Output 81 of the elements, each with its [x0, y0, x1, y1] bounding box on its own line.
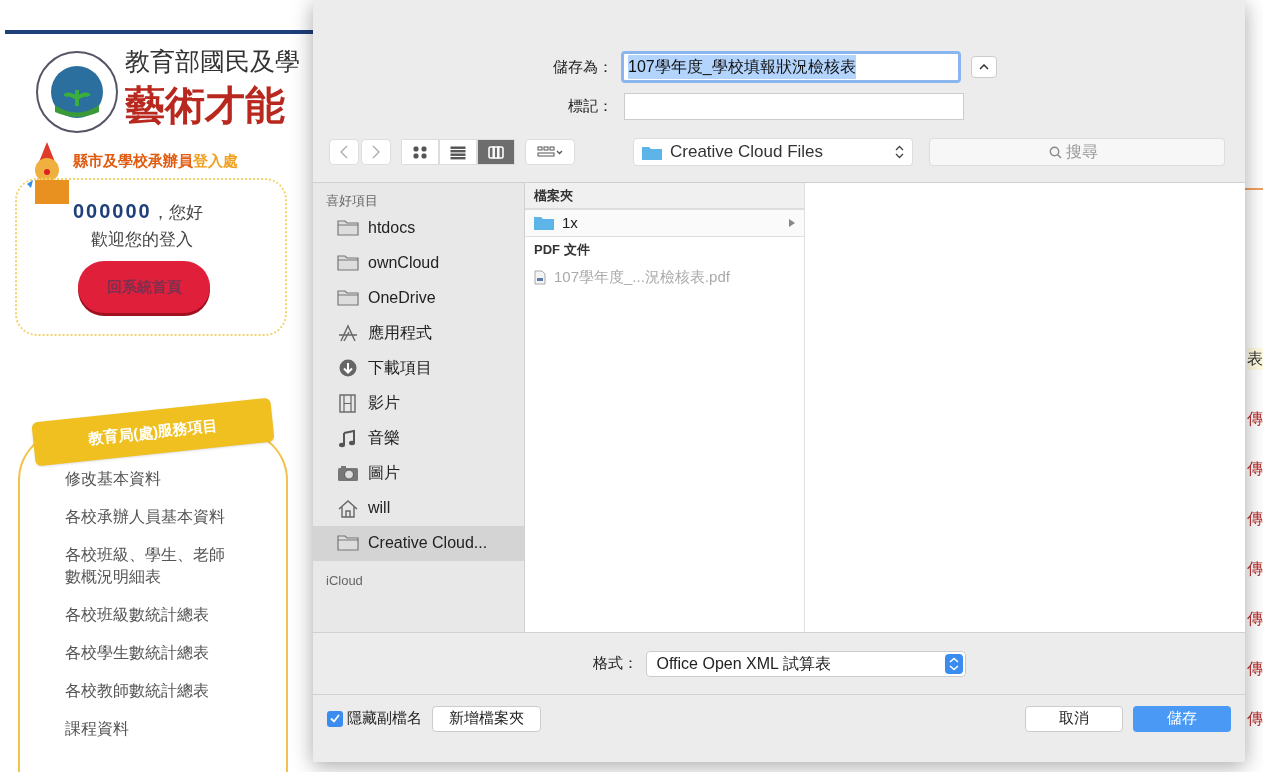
chevron-left-icon [340, 145, 348, 159]
folder-icon [337, 218, 359, 238]
tags-field[interactable] [624, 92, 964, 120]
sidebar-item[interactable]: Creative Cloud... [313, 525, 524, 561]
sidebar-item[interactable]: 圖片 [313, 455, 524, 491]
folder-icon [534, 216, 554, 230]
folder-icon [337, 288, 359, 308]
folder-icon [337, 253, 359, 273]
file-row[interactable]: 1x [525, 209, 804, 237]
app-store-icon [337, 323, 359, 343]
sidebar-item[interactable]: 應用程式 [313, 315, 524, 351]
hide-extension-checkbox[interactable]: 隱藏副檔名 [327, 707, 422, 730]
filename-field[interactable]: 107學年度_學校填報狀況檢核表 [621, 51, 961, 83]
cell-fragment: 表 [1247, 348, 1263, 370]
checkmark-icon [330, 714, 340, 723]
new-folder-button[interactable]: 新增檔案夾 [432, 705, 541, 732]
sidebar-item[interactable]: 音樂 [313, 420, 524, 456]
user-id: 000000 [73, 199, 152, 224]
search-input[interactable]: 搜尋 [1065, 140, 1106, 164]
arrange-icon [537, 146, 563, 158]
folder-icon [642, 144, 662, 160]
chevron-up-icon [979, 64, 989, 70]
list-view-icon [450, 144, 466, 160]
menu-link[interactable]: 各校教師數統計總表 [65, 680, 235, 702]
film-icon [337, 393, 359, 413]
sidebar-item[interactable]: ownCloud [313, 245, 524, 281]
login-heading-suffix: 登入處 [193, 151, 238, 171]
stepper-icon [944, 653, 963, 674]
location-dropdown[interactable]: Creative Cloud Files [633, 138, 913, 166]
group-header: PDF 文件 [533, 241, 591, 260]
greeting-text: ，您好 [151, 202, 203, 224]
sidebar-item[interactable]: OneDrive [313, 280, 524, 316]
sidebar-section-title: iCloud [325, 571, 364, 590]
field-label: 格式： [592, 653, 638, 674]
menu-link[interactable]: 修改基本資料 [65, 468, 235, 490]
house-icon [337, 498, 359, 518]
view-mode-button[interactable] [439, 139, 477, 165]
view-mode-button[interactable] [401, 139, 439, 165]
cell-fragment: 傳 [1247, 559, 1263, 579]
sidebar-section-title: 喜好項目 [325, 192, 379, 210]
column-view-icon [488, 144, 504, 160]
folder-icon [337, 533, 359, 553]
cancel-button[interactable]: 取消 [1025, 705, 1123, 732]
download-icon [337, 358, 359, 378]
stepper-icon [895, 145, 904, 159]
sidebar-item[interactable]: 影片 [313, 385, 524, 421]
grid-view-icon [412, 144, 428, 160]
collapse-button[interactable] [971, 56, 997, 78]
cell-fragment: 傳 [1247, 709, 1263, 729]
disclosure-arrow-icon [789, 219, 795, 227]
group-header: 檔案夾 [525, 183, 804, 209]
search-field[interactable]: 搜尋 [929, 138, 1225, 166]
view-mode-button[interactable] [477, 139, 515, 165]
field-label: 標記： [567, 95, 614, 116]
sidebar-item[interactable]: will [313, 490, 524, 526]
format-dropdown[interactable]: Office Open XML 試算表 [645, 650, 966, 677]
cell-fragment: 傳 [1247, 509, 1263, 529]
menu-link[interactable]: 各校學生數統計總表 [65, 642, 235, 664]
site-subtitle: 藝術才能 [125, 82, 285, 129]
filename-value: 107學年度_學校填報狀況檢核表 [628, 55, 856, 79]
menu-ribbon: 教育局(處)服務項目 [31, 397, 275, 467]
cell-fragment: 傳 [1247, 459, 1263, 479]
sidebar-item[interactable]: 下載項目 [313, 350, 524, 386]
cell-fragment: 傳 [1247, 659, 1263, 679]
field-label: 儲存為： [552, 56, 614, 77]
sidebar-item[interactable]: htdocs [313, 210, 524, 246]
arrange-button[interactable] [525, 139, 575, 165]
menu-link[interactable]: 各校承辦人員基本資料 [65, 506, 235, 528]
cell-fragment: 傳 [1247, 409, 1263, 429]
chevron-right-icon [372, 145, 380, 159]
search-icon [1048, 145, 1062, 159]
camera-icon [337, 463, 359, 483]
cell-fragment: 傳 [1247, 609, 1263, 629]
site-title: 教育部國民及學 [125, 46, 300, 77]
welcome-text: 歡迎您的登入 [91, 229, 193, 251]
ministry-logo-icon [35, 50, 119, 134]
menu-link[interactable]: 課程資料 [65, 718, 235, 740]
menu-link[interactable]: 各校班級數統計總表 [65, 604, 235, 626]
menu-link[interactable]: 各校班級、學生、老師數概況明細表 [65, 544, 235, 588]
login-heading: 縣市及學校承辦員 [73, 151, 193, 171]
document-icon [534, 269, 546, 285]
